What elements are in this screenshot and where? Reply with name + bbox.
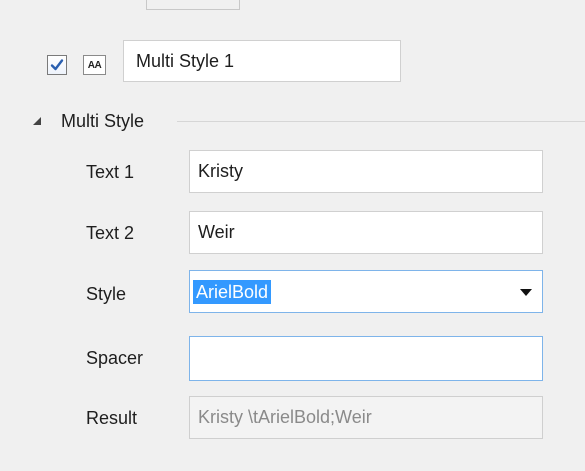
section-divider [177, 121, 585, 122]
toolbar-tab-edge [146, 0, 240, 10]
style-label: Style [86, 284, 127, 304]
text1-input[interactable] [189, 150, 543, 193]
element-name-input[interactable] [123, 40, 401, 82]
section-title: Multi Style [61, 111, 145, 131]
style-dropdown[interactable]: ArielBold [189, 270, 543, 313]
text-style-icon-label: AA [87, 59, 102, 71]
result-field [189, 396, 543, 439]
result-label: Result [86, 408, 138, 428]
multi-style-section-header[interactable]: Multi Style [32, 108, 585, 134]
spacer-input[interactable] [189, 336, 543, 381]
text1-label: Text 1 [86, 162, 135, 182]
style-selected-value: ArielBold [193, 280, 272, 304]
collapse-triangle-icon[interactable] [32, 116, 42, 126]
spacer-label: Spacer [86, 348, 144, 368]
text2-input[interactable] [189, 211, 543, 254]
text2-label: Text 2 [86, 223, 135, 243]
chevron-down-icon[interactable] [520, 289, 532, 296]
text-style-icon[interactable]: AA [83, 55, 106, 75]
checkbox-checked-icon [50, 59, 64, 71]
enable-checkbox[interactable] [47, 55, 67, 75]
